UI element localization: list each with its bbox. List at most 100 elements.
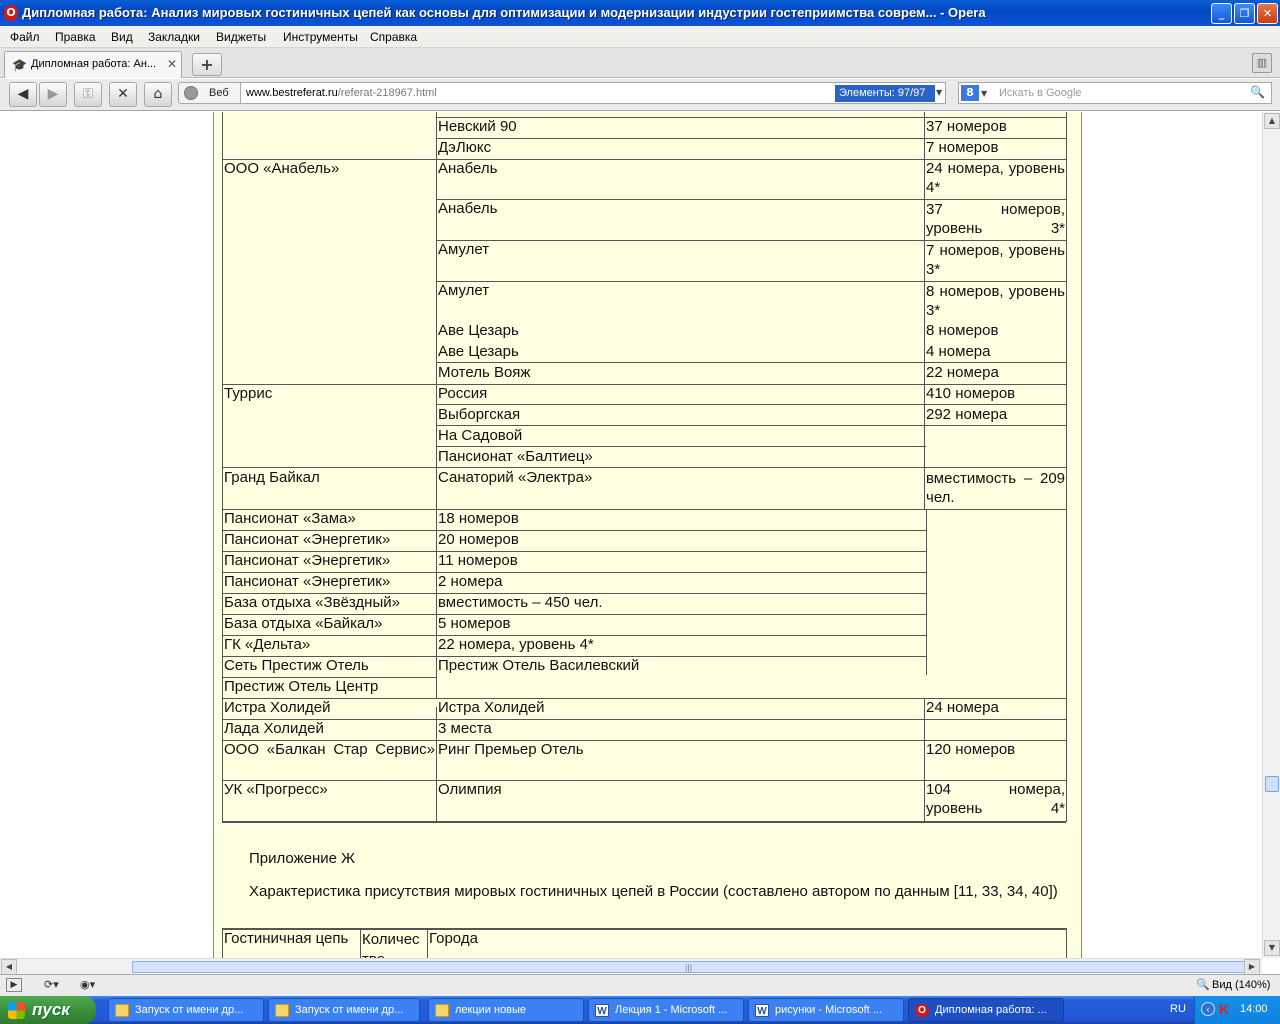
folder-icon xyxy=(115,1004,129,1017)
table-cell: 7 номеров, уровень 3* xyxy=(926,242,1065,278)
tray-expand-icon[interactable]: ‹ xyxy=(1201,1002,1215,1016)
table-cell: Престиж Отель Центр xyxy=(224,678,379,695)
taskbar-item[interactable]: W Лекция 1 - Microsoft ... xyxy=(588,998,744,1022)
forward-icon[interactable]: ▶ xyxy=(39,82,67,107)
language-indicator[interactable]: RU xyxy=(1170,1003,1186,1015)
vertical-scroll-thumb[interactable] xyxy=(1265,776,1279,792)
start-label: пуск xyxy=(32,1000,70,1019)
minimize-button[interactable]: _ xyxy=(1211,3,1232,24)
tab-close-icon[interactable]: ✕ xyxy=(167,57,177,71)
tab-title: Дипломная работа: Ан... xyxy=(31,58,157,70)
panel-toggle-icon[interactable]: ▶ xyxy=(6,978,22,992)
table-cell: Пансионат «Балтиец» xyxy=(438,448,593,465)
table-cell: Гранд Байкал xyxy=(224,469,320,486)
menu-edit[interactable]: Правка xyxy=(55,30,96,44)
taskbar-item-active[interactable]: O Дипломная работа: ... xyxy=(908,998,1064,1022)
table-cell: 8 номеров xyxy=(926,322,999,339)
menu-file[interactable]: Файл xyxy=(10,30,40,44)
maximize-button[interactable]: ❐ xyxy=(1234,3,1255,24)
table-cell: Пансионат «Энергетик» xyxy=(224,531,391,548)
table2-border xyxy=(360,928,361,958)
elements-badge[interactable]: Элементы: 97/97 xyxy=(835,85,935,102)
table-cell: УК «Прогресс» xyxy=(224,781,328,798)
table-cell: 18 номеров xyxy=(438,510,519,527)
page-viewport: Невский 90 37 номеров ДэЛюкс 7 номеров О… xyxy=(0,112,1262,958)
start-button[interactable]: пуск xyxy=(0,996,96,1024)
horizontal-scrollbar[interactable]: ◀ ||| ▶ xyxy=(0,958,1262,975)
table-cell: На Садовой xyxy=(438,427,523,444)
horizontal-scroll-thumb[interactable]: ||| xyxy=(132,961,1248,973)
stop-icon[interactable]: ✕ xyxy=(109,82,137,107)
web-label: Веб xyxy=(209,87,229,99)
table-cell: Пансионат «Энергетик» xyxy=(224,573,391,590)
vertical-scrollbar[interactable]: ▲ ▼ xyxy=(1262,112,1280,958)
table-cell: 22 номера xyxy=(926,364,999,381)
taskbar-item[interactable]: Запуск от имени др... xyxy=(268,998,420,1022)
back-icon[interactable]: ◀ xyxy=(9,82,37,107)
taskbar-item-label: Запуск от имени др... xyxy=(135,1004,244,1016)
menu-view[interactable]: Вид xyxy=(111,30,133,44)
antivirus-icon[interactable]: K xyxy=(1219,1001,1229,1017)
table-cell: 24 номера xyxy=(926,699,999,716)
window-title: Дипломная работа: Анализ мировых гостини… xyxy=(22,5,986,20)
table-cell: Мотель Вояж xyxy=(438,364,531,381)
table-cell: 3 места xyxy=(438,720,492,737)
tab-active[interactable]: 🎓 Дипломная работа: Ан... ✕ xyxy=(4,51,182,78)
table-cell: Олимпия xyxy=(438,781,502,798)
taskbar-item[interactable]: Запуск от имени др... xyxy=(108,998,264,1022)
address-dropdown-icon[interactable]: ▼ xyxy=(936,88,942,97)
wand-key-icon[interactable]: ⚿ xyxy=(74,82,102,107)
web-mode-button[interactable]: Веб xyxy=(178,82,240,104)
new-tab-button[interactable]: + xyxy=(192,53,222,76)
table-cell: 24 номера, уровень 4* xyxy=(926,160,1065,196)
table-border xyxy=(436,404,1066,405)
menu-widgets[interactable]: Виджеты xyxy=(216,30,266,44)
word-icon: W xyxy=(755,1004,769,1017)
table-cell: ДэЛюкс xyxy=(438,139,492,156)
taskbar-item[interactable]: лекции новые xyxy=(428,998,584,1022)
scroll-down-icon[interactable]: ▼ xyxy=(1264,940,1280,956)
search-engine-dropdown-icon[interactable]: ▼ xyxy=(981,89,987,98)
home-icon[interactable]: ⌂ xyxy=(144,82,172,107)
scroll-up-icon[interactable]: ▲ xyxy=(1264,113,1280,129)
menu-help[interactable]: Справка xyxy=(370,30,417,44)
document-page: Невский 90 37 номеров ДэЛюкс 7 номеров О… xyxy=(213,112,1082,958)
menu-bar: Файл Правка Вид Закладки Виджеты Инструм… xyxy=(0,26,1280,48)
close-window-button[interactable]: ✕ xyxy=(1257,3,1278,24)
table-cell: 37 номеров, уровень 3* xyxy=(926,201,1065,237)
zoom-icon[interactable]: 🔍 xyxy=(1196,978,1210,991)
folder-icon xyxy=(435,1004,449,1017)
table-cell: 7 номеров xyxy=(926,139,999,156)
table-border xyxy=(436,362,1066,363)
table-border xyxy=(436,425,1066,426)
taskbar: пуск Запуск от имени др... Запуск от име… xyxy=(0,996,1280,1024)
graduation-cap-icon: 🎓 xyxy=(12,58,27,72)
taskbar-item[interactable]: W рисунки - Microsoft ... xyxy=(748,998,904,1022)
url-text: www.bestreferat.ru/referat-218967.html xyxy=(246,87,437,99)
search-go-icon[interactable]: 🔍 xyxy=(1250,85,1265,99)
menu-tools[interactable]: Инструменты xyxy=(283,30,358,44)
scroll-left-icon[interactable]: ◀ xyxy=(1,959,17,975)
sync-icon[interactable]: ⟳▾ xyxy=(44,978,59,991)
table2-border xyxy=(222,928,1066,930)
table-cell: Сеть Престиж Отель xyxy=(224,657,369,674)
status-bar: ▶ ⟳▾ ◉▾ 🔍 Вид (140%) xyxy=(0,974,1280,996)
trash-icon[interactable]: ▥ xyxy=(1252,53,1272,73)
table-cell: База отдыха «Звёздный» xyxy=(224,594,400,611)
table2-border xyxy=(222,928,223,958)
table-cell: Выборгская xyxy=(438,406,521,423)
turbo-icon[interactable]: ◉▾ xyxy=(80,978,95,991)
zoom-level[interactable]: Вид (140%) xyxy=(1212,979,1270,991)
table2-border xyxy=(427,928,428,958)
clock[interactable]: 14:00 xyxy=(1240,1003,1268,1015)
folder-icon xyxy=(275,1004,289,1017)
google-icon[interactable]: 8 xyxy=(961,85,979,101)
window-titlebar[interactable]: O Дипломная работа: Анализ мировых гости… xyxy=(0,0,1280,26)
table-border xyxy=(1066,112,1067,822)
taskbar-item-label: Дипломная работа: ... xyxy=(935,1004,1047,1016)
table-cell: 20 номеров xyxy=(438,531,519,548)
menu-bookmarks[interactable]: Закладки xyxy=(148,30,200,44)
scroll-right-icon[interactable]: ▶ xyxy=(1244,959,1260,975)
search-field[interactable]: 8 ▼ Искать в Google 🔍 xyxy=(958,82,1272,104)
table-cell: вместимость – 450 чел. xyxy=(438,594,603,611)
